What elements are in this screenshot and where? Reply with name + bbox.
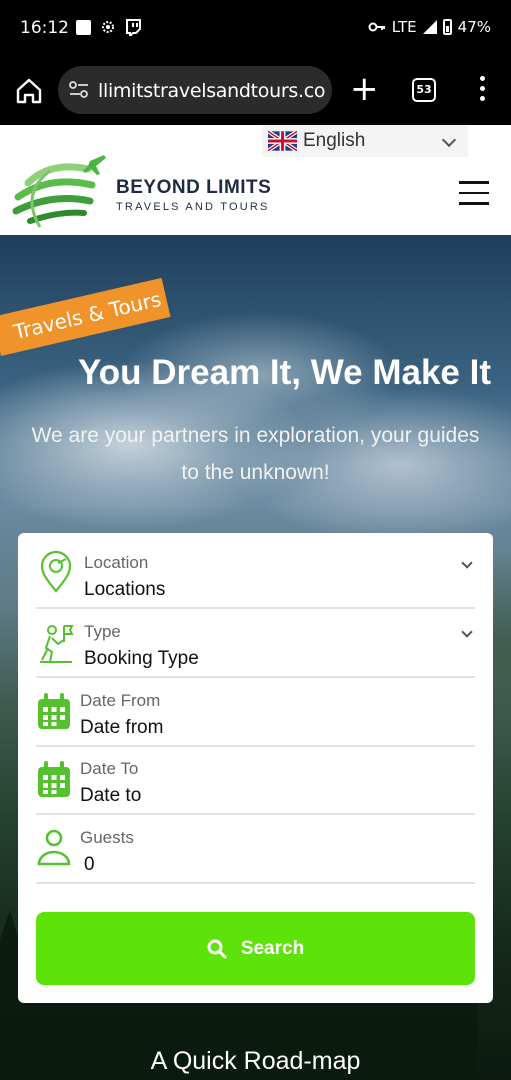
date-to-label: Date To <box>80 759 139 778</box>
hamburger-menu-icon[interactable] <box>459 181 489 205</box>
chevron-down-icon <box>441 132 457 148</box>
guests-label: Guests <box>80 828 134 847</box>
location-value: Locations <box>84 579 166 600</box>
twitch-icon <box>126 18 141 36</box>
search-button-label: Search <box>240 937 305 959</box>
hero-ribbon: Travels & Tours <box>0 277 171 356</box>
status-right: LTE 47% <box>368 18 491 36</box>
guests-value[interactable]: 0 <box>84 854 95 876</box>
calendar-icon <box>38 761 70 797</box>
hero-section: Travels & Tours You Dream It, We Make It… <box>0 235 511 1080</box>
address-bar[interactable]: llimitstravelsandtours.com <box>58 66 332 114</box>
new-tab-plus-icon[interactable]: + <box>350 72 379 106</box>
home-icon[interactable] <box>14 76 44 106</box>
search-form-card: Location Locations Type Booking Type Dat… <box>18 533 493 1003</box>
site-settings-icon[interactable] <box>68 80 90 100</box>
search-icon <box>207 939 227 958</box>
date-to-value: Date to <box>80 785 142 806</box>
calendar-icon <box>38 693 70 729</box>
date-from-value: Date from <box>80 717 164 738</box>
battery-icon <box>442 19 452 35</box>
booking-type-label: Type <box>84 622 121 641</box>
battery-percent: 47% <box>457 18 491 36</box>
brand-tagline: TRAVELS AND TOURS <box>116 201 270 213</box>
search-button[interactable]: Search <box>36 912 475 985</box>
browser-toolbar: llimitstravelsandtours.com + 53 <box>0 56 511 125</box>
location-field[interactable]: Location Locations <box>36 541 475 609</box>
signal-icon <box>422 20 437 34</box>
date-to-field[interactable]: Date To Date to <box>36 747 475 815</box>
booking-type-field[interactable]: Type Booking Type <box>36 610 475 678</box>
status-time: 16:12 <box>20 18 69 38</box>
language-selector[interactable]: English <box>262 125 468 157</box>
tab-switcher-icon[interactable]: 53 <box>412 78 436 102</box>
notification-icons <box>76 18 141 36</box>
uk-flag-icon <box>268 131 297 151</box>
network-type: LTE <box>391 18 417 36</box>
chevron-down-icon <box>461 557 473 569</box>
date-from-label: Date From <box>80 691 161 710</box>
site-header: English BEYOND LIMITS TRAVELS AND TOURS <box>0 125 511 235</box>
hero-title: You Dream It, We Make It <box>78 353 491 392</box>
section-heading: A Quick Road-map <box>150 1047 361 1075</box>
location-pin-icon <box>40 550 72 593</box>
date-from-field[interactable]: Date From Date from <box>36 679 475 747</box>
key-icon <box>368 22 385 32</box>
settings-gear-icon <box>102 21 114 33</box>
brand-name: BEYOND LIMITS <box>116 177 272 198</box>
location-label: Location <box>84 553 149 572</box>
chevron-down-icon <box>461 626 473 638</box>
gallery-icon <box>76 19 91 35</box>
overflow-menu-icon[interactable] <box>478 76 486 104</box>
hero-subtitle: We are your partners in exploration, you… <box>31 424 480 484</box>
user-icon <box>37 829 71 866</box>
status-bar: 16:12 LTE 47% <box>0 0 511 56</box>
booking-type-value: Booking Type <box>84 648 199 669</box>
globe-plane-logo[interactable] <box>10 153 114 231</box>
url-text[interactable]: llimitstravelsandtours.com <box>98 80 326 102</box>
hiker-icon <box>40 625 74 663</box>
language-label: English <box>303 130 366 151</box>
guests-field[interactable]: Guests 0 <box>36 816 475 884</box>
